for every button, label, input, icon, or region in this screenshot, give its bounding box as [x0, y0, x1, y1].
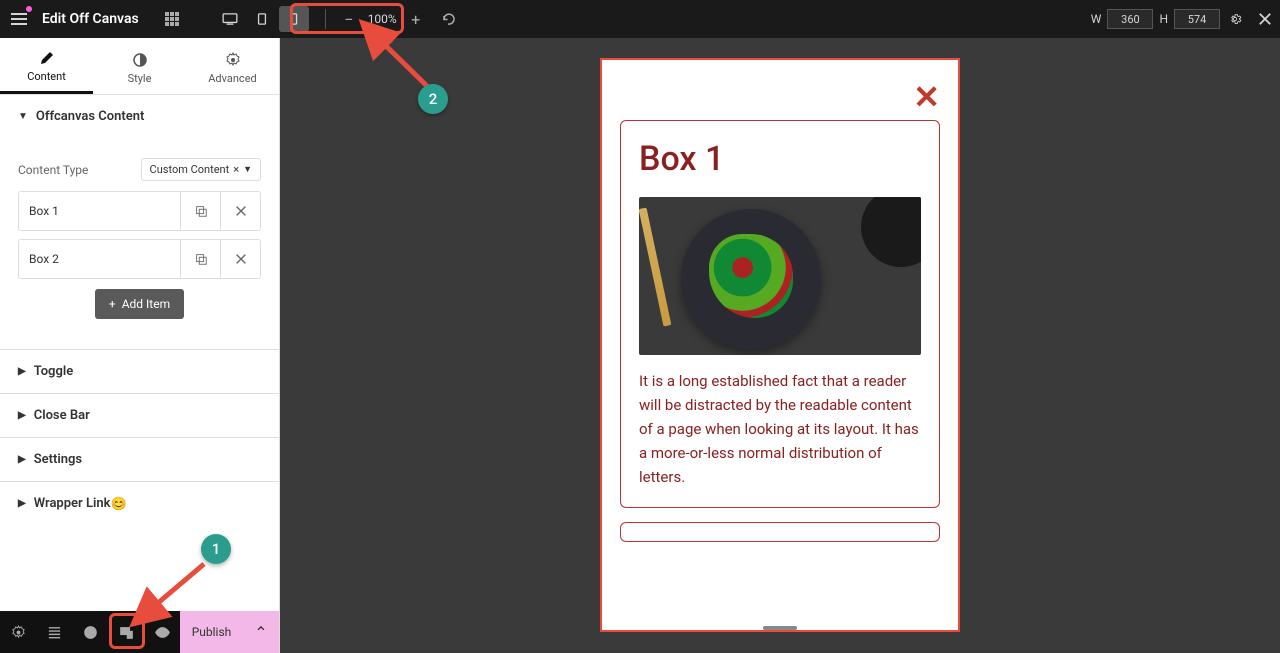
gear-icon	[225, 52, 241, 68]
section-label: Close Bar	[34, 408, 90, 423]
section-close-bar[interactable]: ▶ Close Bar	[0, 393, 279, 437]
tab-content-label: Content	[27, 70, 66, 83]
tab-advanced[interactable]: Advanced	[186, 38, 279, 94]
section-label: Wrapper Link	[34, 496, 111, 511]
page-title: Edit Off Canvas	[38, 11, 153, 27]
close-editor-button[interactable]	[1250, 4, 1280, 34]
section-title: Offcanvas Content	[36, 109, 145, 124]
section-content: Content Type Custom Content× ▼ Box 1 Box …	[0, 138, 279, 349]
caret-right-icon: ▶	[18, 454, 26, 465]
add-item-label: Add Item	[122, 297, 170, 311]
caret-down-icon: ▼	[243, 164, 252, 175]
caret-down-icon: ▼	[18, 111, 28, 122]
item-row-box1[interactable]: Box 1	[18, 191, 261, 231]
device-tablet-button[interactable]	[247, 6, 277, 32]
global-settings-button[interactable]	[0, 611, 36, 653]
widgets-button[interactable]	[153, 0, 191, 38]
box-title: Box 1	[639, 139, 921, 179]
panel-body: ▼ Offcanvas Content Content Type Custom C…	[0, 95, 279, 611]
box-text: It is a long established fact that a rea…	[639, 369, 921, 489]
publish-button[interactable]: Publish	[180, 625, 243, 639]
resize-handle-bottom[interactable]	[763, 626, 797, 630]
content-type-value: Custom Content	[150, 163, 230, 176]
bowl-decoration	[861, 197, 921, 267]
caret-right-icon: ▶	[18, 410, 26, 421]
x-icon: ×	[233, 163, 239, 176]
offcanvas-modal: ✕ Box 1 It is a long established fact th…	[600, 58, 960, 632]
height-input[interactable]	[1174, 9, 1220, 29]
item-row-box2[interactable]: Box 2	[18, 239, 261, 279]
top-bar: Edit Off Canvas − 100% + W H	[0, 0, 1280, 38]
content-box-1[interactable]: Box 1 It is a long established fact that…	[620, 120, 940, 508]
tab-advanced-label: Advanced	[208, 72, 256, 85]
grid-icon	[165, 12, 179, 26]
tab-content[interactable]: Content	[0, 38, 93, 94]
pro-icon: 😊	[110, 497, 124, 511]
box-image	[639, 197, 921, 355]
zoom-in-button[interactable]: +	[403, 6, 429, 32]
tab-style[interactable]: Style	[93, 38, 186, 94]
zoom-out-button[interactable]: −	[336, 6, 362, 32]
height-label: H	[1159, 12, 1168, 26]
device-switcher	[209, 6, 315, 32]
history-button[interactable]	[72, 611, 108, 653]
remove-item-button[interactable]	[220, 240, 260, 278]
close-modal-button[interactable]: ✕	[913, 78, 940, 116]
section-toggle[interactable]: ▶ Toggle	[0, 349, 279, 393]
canvas-area: trud is ✕ Box 1 It is a long established…	[280, 38, 1280, 653]
caret-right-icon: ▶	[18, 498, 26, 509]
pencil-icon	[39, 50, 55, 66]
add-item-button[interactable]: + Add Item	[95, 289, 184, 319]
item-label: Box 2	[19, 252, 180, 266]
navigator-button[interactable]	[36, 611, 72, 653]
duplicate-item-button[interactable]	[180, 240, 220, 278]
duplicate-item-button[interactable]	[180, 192, 220, 230]
separator	[325, 9, 326, 29]
responsive-mode-button[interactable]	[108, 611, 144, 653]
section-label: Toggle	[34, 364, 74, 379]
tab-style-label: Style	[128, 72, 152, 85]
annotation-badge-2: 2	[418, 84, 448, 114]
remove-item-button[interactable]	[220, 192, 260, 230]
fork-decoration	[639, 207, 671, 326]
panel-footer: Publish ⌃	[0, 611, 279, 653]
content-type-label: Content Type	[18, 163, 88, 177]
content-box-2[interactable]	[620, 522, 940, 542]
content-type-row: Content Type Custom Content× ▼	[18, 148, 261, 191]
preview-button[interactable]	[144, 611, 180, 653]
panel-tabs: Content Style Advanced	[0, 38, 279, 95]
width-label: W	[1091, 12, 1102, 26]
zoom-value: 100%	[362, 12, 403, 26]
publish-options-button[interactable]: ⌃	[243, 623, 279, 642]
menu-button[interactable]	[0, 0, 38, 38]
canvas-size: W H	[1091, 9, 1220, 29]
content-type-select[interactable]: Custom Content× ▼	[141, 158, 261, 181]
width-input[interactable]	[1107, 9, 1153, 29]
plate-decoration	[681, 209, 821, 349]
device-desktop-button[interactable]	[215, 6, 245, 32]
item-label: Box 1	[19, 204, 180, 218]
settings-button[interactable]	[1220, 4, 1250, 34]
caret-right-icon: ▶	[18, 366, 26, 377]
section-settings[interactable]: ▶ Settings	[0, 437, 279, 481]
notification-dot-icon	[26, 6, 32, 12]
undo-button[interactable]	[435, 6, 461, 32]
editor-panel: Content Style Advanced ▼ Offcanvas Conten…	[0, 38, 280, 653]
contrast-icon	[132, 52, 148, 68]
section-label: Settings	[34, 452, 82, 467]
section-offcanvas-content[interactable]: ▼ Offcanvas Content	[0, 95, 279, 138]
section-wrapper-link[interactable]: ▶ Wrapper Link 😊	[0, 481, 279, 525]
device-mobile-button[interactable]	[279, 6, 309, 32]
publish-area: Publish ⌃	[180, 611, 279, 653]
preview-frame: trud is ✕ Box 1 It is a long established…	[600, 58, 960, 632]
plus-icon: +	[109, 297, 116, 311]
annotation-badge-1: 1	[201, 534, 231, 564]
